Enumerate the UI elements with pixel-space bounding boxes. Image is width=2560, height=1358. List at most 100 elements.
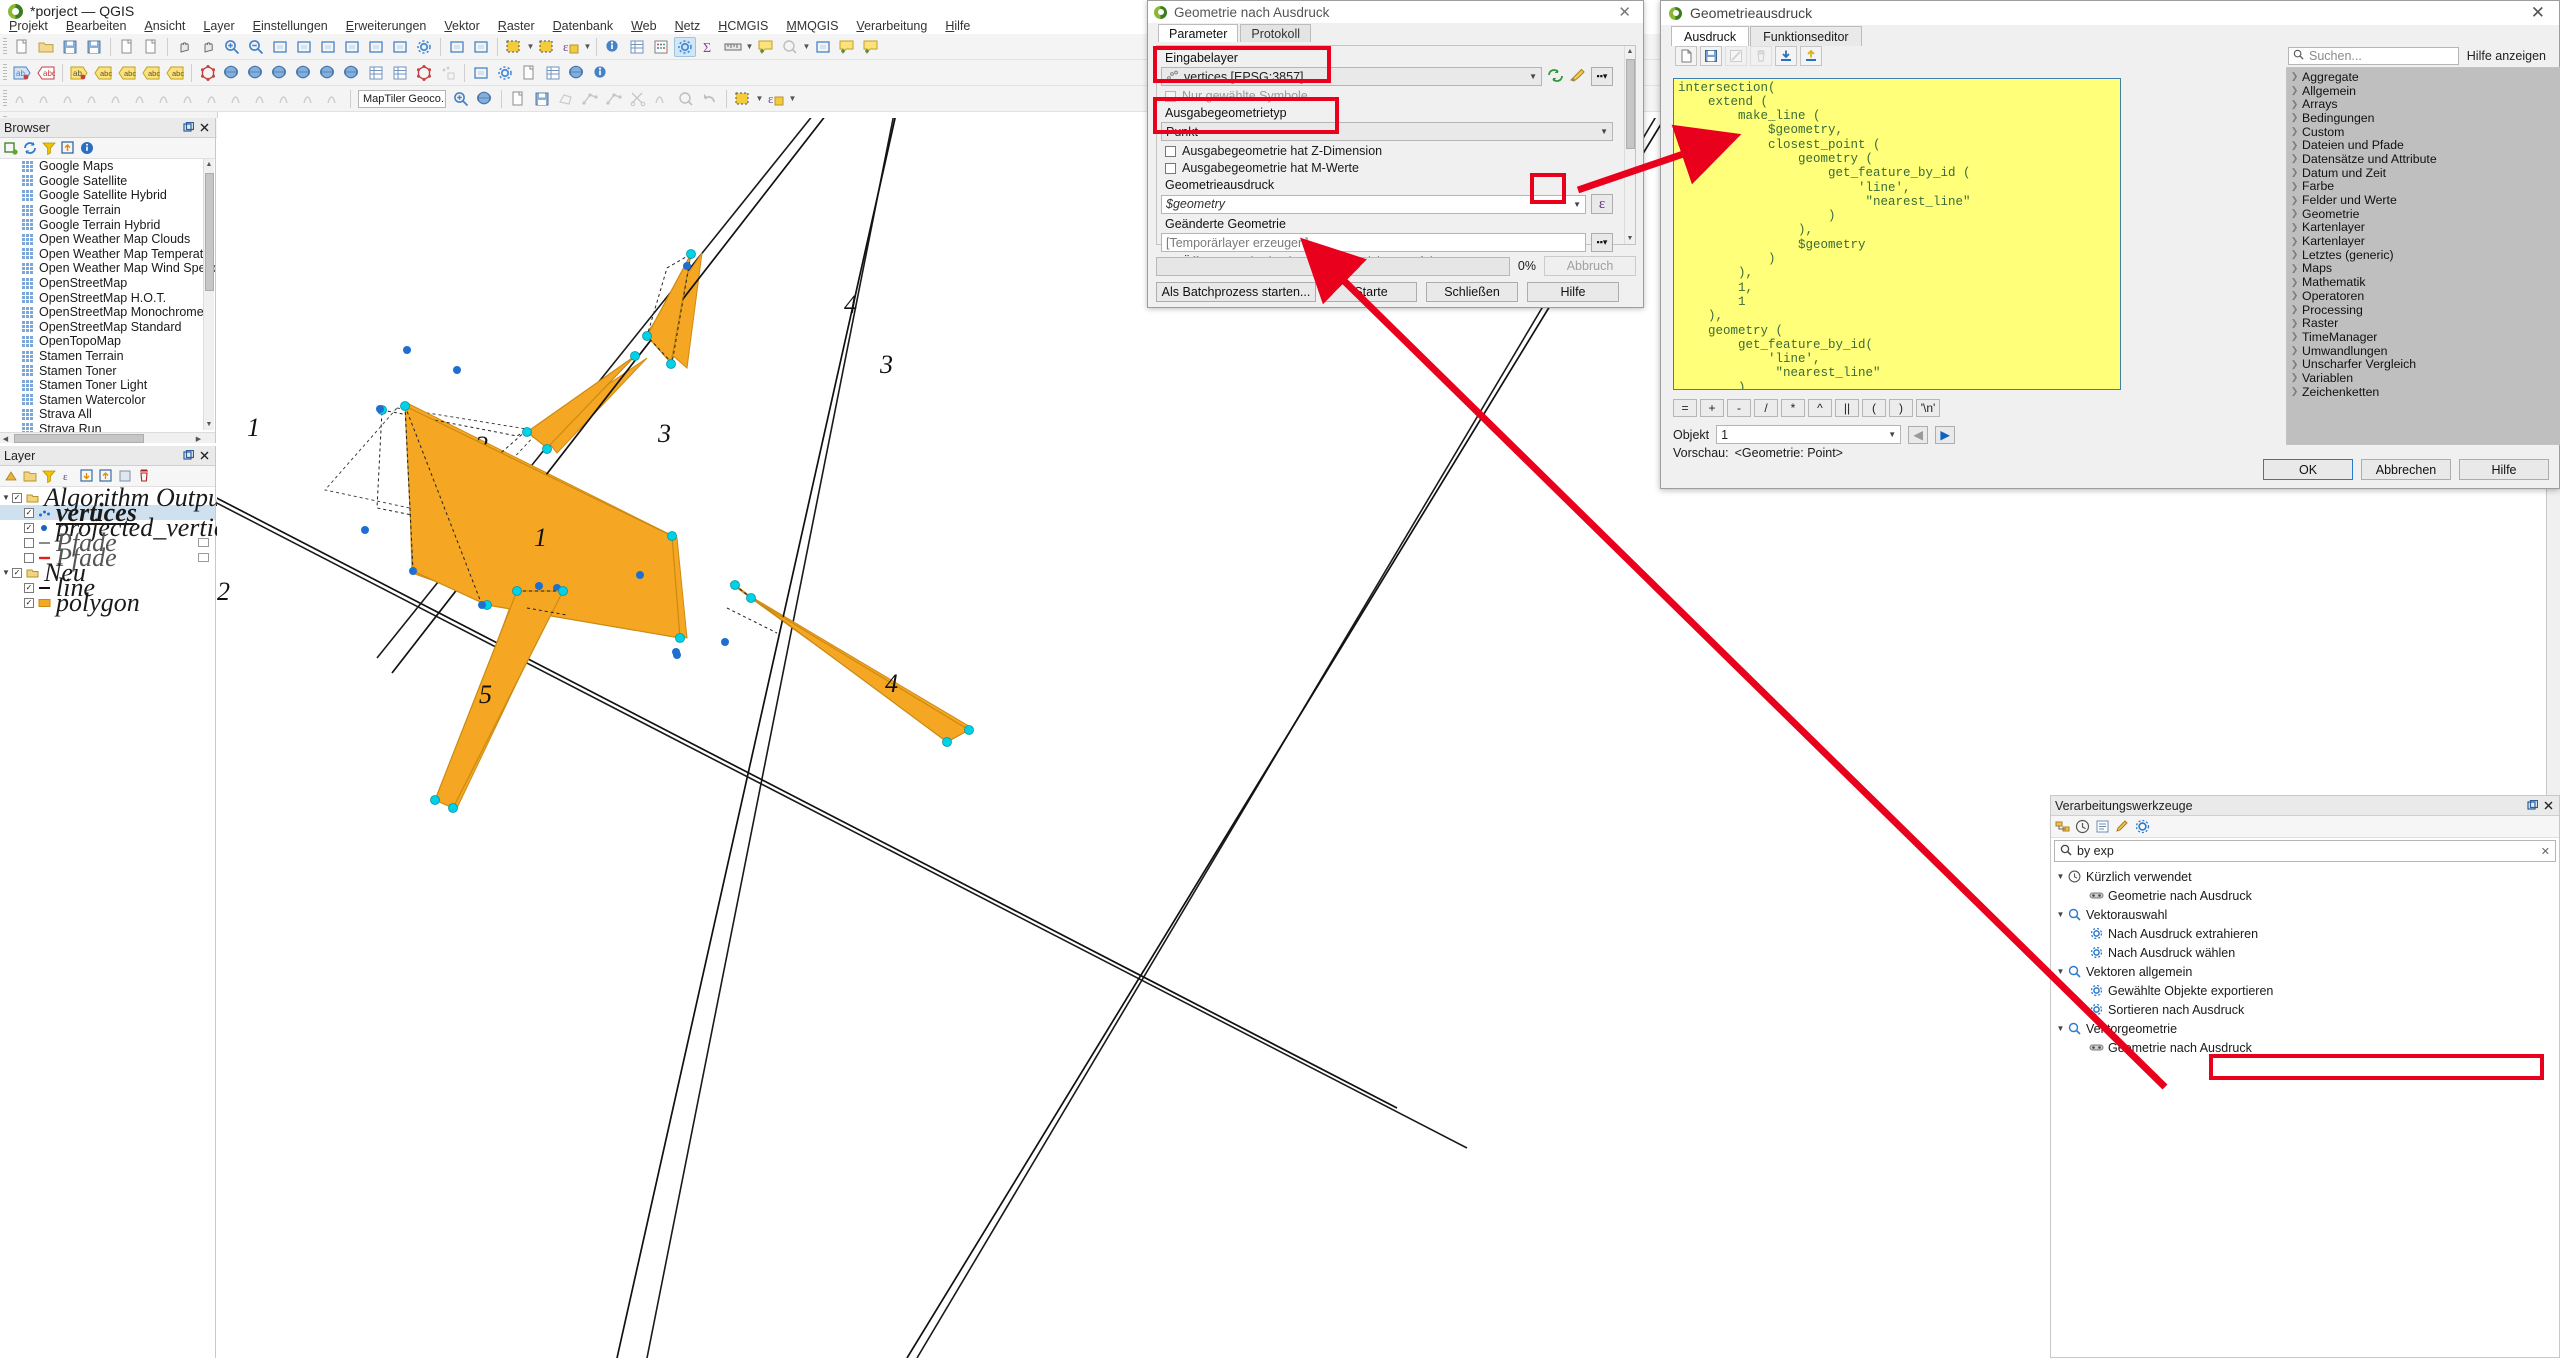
changed-geometry-input[interactable]: [Temporärlayer erzeugen] bbox=[1161, 233, 1586, 252]
add-point-cloud-icon[interactable] bbox=[437, 63, 459, 83]
browser-tree[interactable]: Google Maps Google Satellite Google Satell… bbox=[0, 159, 215, 441]
add-vector-tile-icon[interactable] bbox=[341, 63, 363, 83]
scroll-thumb[interactable] bbox=[1626, 59, 1635, 149]
algorithm-dialog[interactable]: Geometrie nach Ausdruck ✕ Parameter Prot… bbox=[1147, 0, 1644, 308]
processing-toolbox-toolbar[interactable] bbox=[2051, 816, 2559, 838]
selected-only-row[interactable]: Nur gewählte Symbole bbox=[1165, 89, 1613, 103]
tab-parameter[interactable]: Parameter bbox=[1158, 24, 1239, 42]
expand-toggle-icon[interactable]: ❯ bbox=[2287, 304, 2302, 315]
scroll-down-arrow[interactable]: ▼ bbox=[1625, 233, 1635, 244]
chevron-down-icon[interactable]: ▼ bbox=[526, 37, 535, 57]
properties-info-icon[interactable] bbox=[79, 141, 94, 156]
geocode-search-icon[interactable] bbox=[450, 89, 472, 109]
function-group-row[interactable]: ❯ Raster bbox=[2287, 316, 2560, 330]
expand-toggle-icon[interactable]: ❯ bbox=[2287, 153, 2302, 164]
toolbar-grip[interactable] bbox=[3, 63, 7, 82]
menu-item-web[interactable]: Web bbox=[622, 19, 665, 33]
browser-item[interactable]: Google Satellite Hybrid bbox=[0, 188, 215, 203]
function-group-row[interactable]: ❯ Allgemein bbox=[2287, 84, 2560, 98]
operator-button-[interactable]: = bbox=[1673, 399, 1697, 417]
raster-tool-icon-5[interactable] bbox=[107, 89, 129, 109]
function-group-row[interactable]: ❯ Letztes (generic) bbox=[2287, 248, 2560, 262]
options-gear-icon[interactable] bbox=[2135, 819, 2150, 834]
expand-toggle-icon[interactable]: ❯ bbox=[2287, 112, 2302, 123]
zoom-next-icon[interactable] bbox=[389, 37, 411, 57]
object-combo[interactable]: 1 ▼ bbox=[1716, 425, 1902, 444]
raster-tool-icon-8[interactable] bbox=[179, 89, 201, 109]
toolbar-grip[interactable] bbox=[3, 89, 7, 108]
scroll-thumb[interactable] bbox=[205, 173, 214, 291]
style-manager-icon[interactable] bbox=[542, 63, 564, 83]
chevron-down-icon[interactable]: ▼ bbox=[583, 37, 592, 57]
function-group-row[interactable]: ❯ TimeManager bbox=[2287, 330, 2560, 344]
expand-toggle-icon[interactable]: ❯ bbox=[2287, 249, 2302, 260]
georeferencer-icon[interactable] bbox=[470, 63, 492, 83]
function-group-row[interactable]: ❯ Kartenlayer bbox=[2287, 220, 2560, 234]
function-group-row[interactable]: ❯ Aggregate bbox=[2287, 70, 2560, 84]
browser-item[interactable]: OpenStreetMap H.O.T. bbox=[0, 290, 215, 305]
results-viewer-icon[interactable] bbox=[2095, 819, 2110, 834]
expand-toggle-icon[interactable]: ❯ bbox=[2287, 140, 2302, 151]
menu-item-ansicht[interactable]: Ansicht bbox=[135, 19, 194, 33]
menu-item-layer[interactable]: Layer bbox=[194, 19, 243, 33]
function-group-row[interactable]: ❯ Mathematik bbox=[2287, 275, 2560, 289]
crs-icon[interactable] bbox=[566, 63, 588, 83]
expand-toggle-icon[interactable]: ▼ bbox=[2054, 872, 2067, 881]
menu-item-hilfe[interactable]: Hilfe bbox=[936, 19, 979, 33]
new-3d-view-icon[interactable] bbox=[470, 37, 492, 57]
zoom-selection-icon[interactable] bbox=[293, 37, 315, 57]
processing-algorithm-tree[interactable]: ▼ Kürzlich verwendet Geometrie nach Ausdru… bbox=[2051, 864, 2559, 1057]
operator-button-[interactable]: + bbox=[1700, 399, 1724, 417]
raster-tool-icon-9[interactable] bbox=[203, 89, 225, 109]
print-layout-icon[interactable] bbox=[116, 37, 138, 57]
browser-item[interactable]: Open Weather Map Temperature bbox=[0, 247, 215, 262]
function-group-row[interactable]: ❯ Datum und Zeit bbox=[2287, 166, 2560, 180]
expand-toggle-icon[interactable]: ❯ bbox=[2287, 99, 2302, 110]
expression-builder-button[interactable]: ε bbox=[1591, 194, 1613, 214]
raster-tool-icon-13[interactable] bbox=[299, 89, 321, 109]
raster-tool-icon-4[interactable] bbox=[83, 89, 105, 109]
layer-group-checkbox[interactable]: ✓ bbox=[12, 492, 22, 503]
help-button[interactable]: Hilfe bbox=[1527, 282, 1619, 302]
cut-features-icon[interactable] bbox=[627, 89, 649, 109]
zoom-in-icon[interactable] bbox=[221, 37, 243, 57]
open-project-icon[interactable] bbox=[35, 37, 57, 57]
select-by-expr-icon[interactable]: ε bbox=[765, 89, 787, 109]
expand-toggle-icon[interactable]: ❯ bbox=[2287, 222, 2302, 233]
add-wcs-layer-icon[interactable] bbox=[269, 63, 291, 83]
function-group-row[interactable]: ❯ Geometrie bbox=[2287, 207, 2560, 221]
show-help-link[interactable]: Hilfe anzeigen bbox=[2467, 49, 2546, 63]
close-icon[interactable]: ✕ bbox=[2525, 3, 2551, 23]
has-m-checkbox[interactable] bbox=[1165, 162, 1176, 174]
layout-manager-icon[interactable] bbox=[140, 37, 162, 57]
browser-item[interactable]: Google Terrain Hybrid bbox=[0, 217, 215, 232]
menu-item-einstellungen[interactable]: Einstellungen bbox=[244, 19, 337, 33]
edit-model-icon[interactable] bbox=[2115, 819, 2130, 834]
operator-button-[interactable]: || bbox=[1835, 399, 1859, 417]
menu-item-netz[interactable]: Netz bbox=[666, 19, 710, 33]
function-group-row[interactable]: ❯ Farbe bbox=[2287, 179, 2560, 193]
html-annotation-icon[interactable] bbox=[860, 37, 882, 57]
statistics-icon[interactable]: Σ bbox=[698, 37, 720, 57]
show-hide-labels-icon[interactable]: abc bbox=[92, 63, 114, 83]
expand-toggle-icon[interactable]: ▼ bbox=[0, 568, 12, 577]
raster-tool-icon-11[interactable] bbox=[251, 89, 273, 109]
add-group-icon[interactable] bbox=[22, 469, 37, 484]
menu-item-datenbank[interactable]: Datenbank bbox=[544, 19, 622, 33]
expand-toggle-icon[interactable]: ❯ bbox=[2287, 386, 2302, 397]
has-m-row[interactable]: Ausgabegeometrie hat M-Werte bbox=[1165, 161, 1613, 175]
clear-search-icon[interactable]: ✕ bbox=[2541, 845, 2550, 858]
zoom-full-icon[interactable] bbox=[269, 37, 291, 57]
remove-layer-icon[interactable] bbox=[136, 469, 151, 484]
tab-protokoll[interactable]: Protokoll bbox=[1240, 24, 1311, 42]
browser-item[interactable]: Stamen Toner Light bbox=[0, 378, 215, 393]
run-as-batch-button[interactable]: Als Batchprozess starten... bbox=[1156, 282, 1316, 302]
add-arcgis-layer-icon[interactable] bbox=[317, 63, 339, 83]
chevron-down-icon[interactable]: ▼ bbox=[1529, 72, 1537, 81]
output-browse-button[interactable]: ▪▪▾ bbox=[1591, 233, 1613, 252]
function-group-row[interactable]: ❯ Unscharfer Vergleich bbox=[2287, 357, 2560, 371]
previous-feature-button[interactable]: ◀ bbox=[1908, 425, 1929, 444]
python-console-icon[interactable] bbox=[518, 63, 540, 83]
zoom-native-icon[interactable] bbox=[341, 37, 363, 57]
expand-toggle-icon[interactable]: ▼ bbox=[2054, 1024, 2067, 1033]
